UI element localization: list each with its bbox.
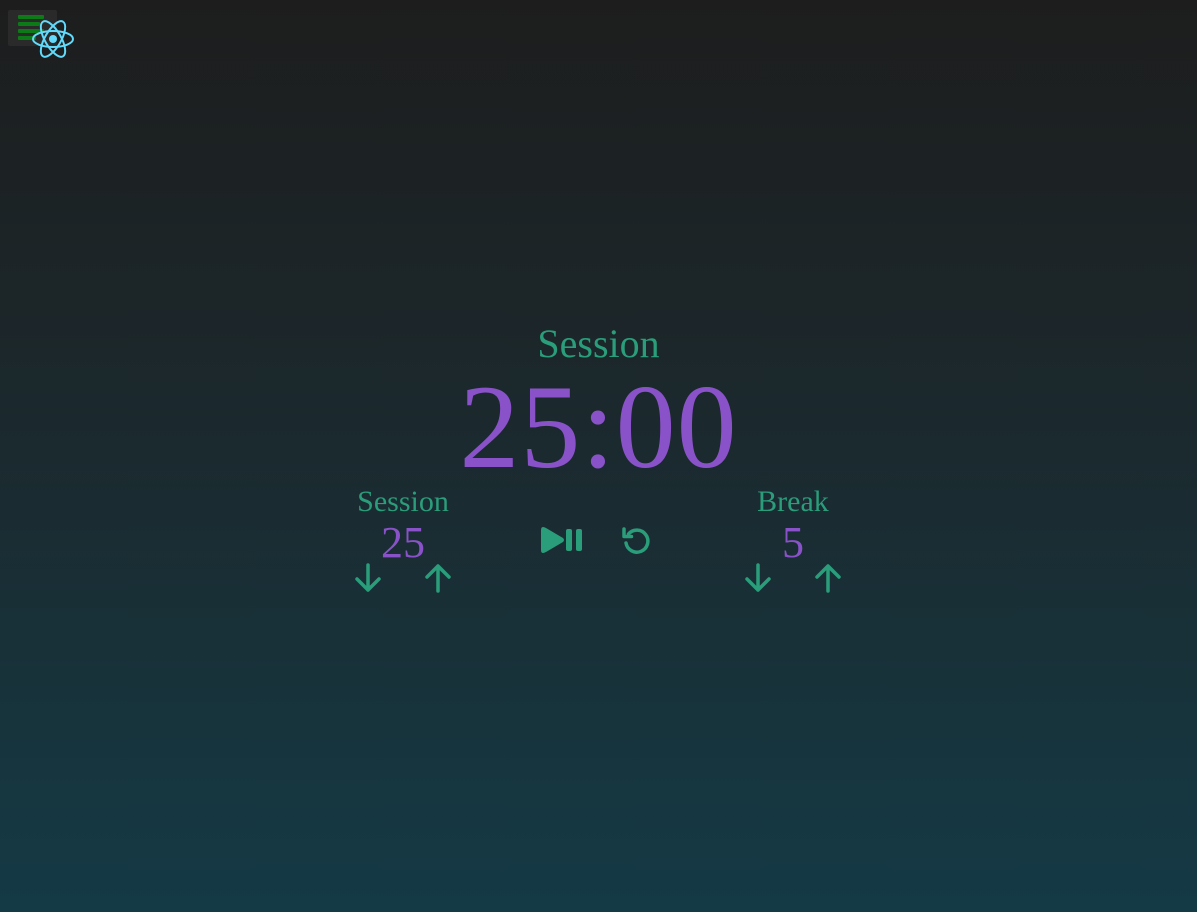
session-length-control: Session 25 [338, 484, 468, 598]
reset-button[interactable] [616, 520, 656, 560]
session-increment-button[interactable] [410, 558, 466, 598]
session-decrement-button[interactable] [340, 558, 396, 598]
time-left-display: 25:00 [459, 360, 738, 493]
session-label: Session [357, 485, 449, 518]
break-label: Break [757, 485, 829, 518]
start-stop-button[interactable] [536, 520, 588, 560]
reset-icon [622, 527, 650, 554]
break-increment-button[interactable] [800, 558, 856, 598]
arrow-up-icon [425, 564, 451, 593]
arrow-down-icon [355, 563, 381, 592]
break-length-control: Break 5 [728, 484, 858, 598]
arrow-down-icon [745, 563, 771, 592]
timer-controls [536, 520, 662, 560]
react-logo-icon [32, 20, 74, 58]
play-pause-icon [541, 527, 582, 553]
break-decrement-button[interactable] [730, 558, 786, 598]
arrow-up-icon [815, 564, 841, 593]
